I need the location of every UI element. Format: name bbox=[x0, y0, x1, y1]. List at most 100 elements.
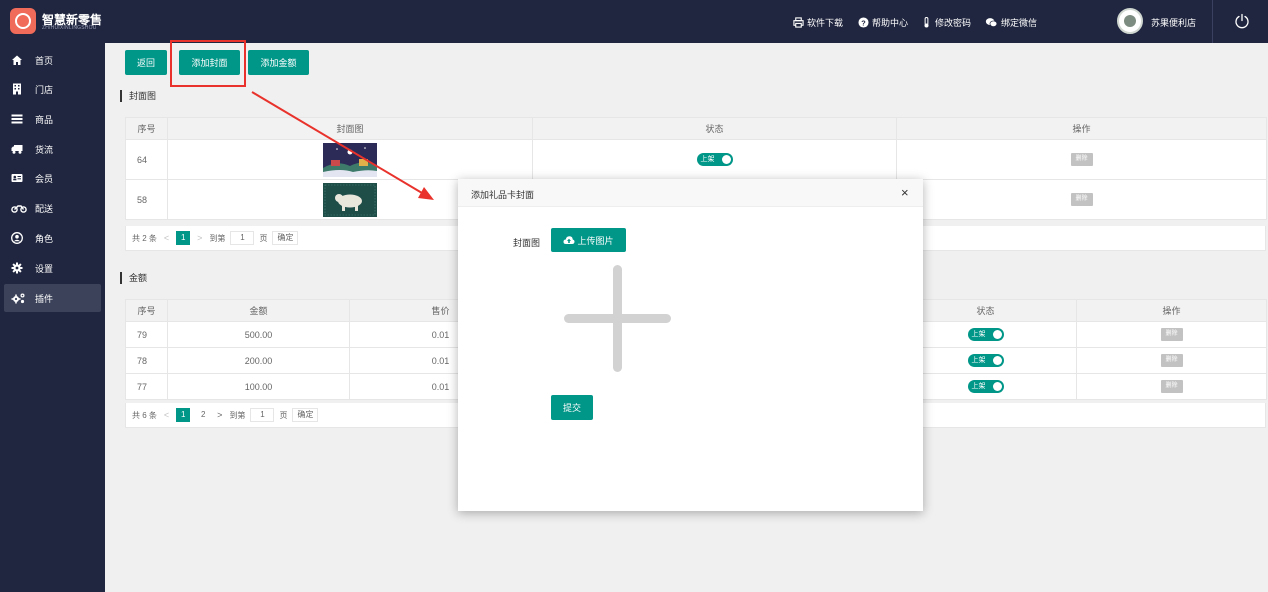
user-name[interactable]: 苏果便利店 bbox=[1151, 16, 1196, 29]
row-id: 79 bbox=[125, 321, 168, 348]
column-header: 操作 bbox=[1076, 299, 1267, 322]
sidebar-item-logistics[interactable]: 货流 bbox=[4, 135, 101, 163]
user-circle-icon bbox=[11, 232, 23, 244]
power-icon[interactable] bbox=[1234, 13, 1250, 29]
annotation-highlight-box bbox=[170, 40, 246, 87]
sidebar-item-member[interactable]: 会员 bbox=[4, 164, 101, 192]
goto-label: 到第 bbox=[229, 410, 246, 420]
change-password-label: 修改密码 bbox=[935, 17, 972, 28]
cover-section-title: 封面图 bbox=[120, 90, 156, 102]
delete-button[interactable]: 删除 bbox=[1160, 328, 1183, 341]
image-placeholder-plus-bar[interactable] bbox=[564, 314, 671, 323]
sidebar-item-label: 首页 bbox=[35, 55, 54, 66]
table-row: 64 上架 删除 bbox=[125, 139, 1267, 180]
sidebar-item-label: 商品 bbox=[35, 114, 54, 125]
delete-button[interactable]: 删除 bbox=[1070, 153, 1093, 166]
sidebar-item-settings[interactable]: 设置 bbox=[4, 254, 101, 282]
row-id: 58 bbox=[125, 179, 168, 220]
id-card-icon bbox=[11, 174, 23, 182]
column-header: 封面图 bbox=[167, 117, 533, 140]
page-number[interactable]: 2 bbox=[196, 408, 210, 422]
submit-button[interactable]: 提交 bbox=[551, 395, 593, 420]
column-header: 金额 bbox=[167, 299, 350, 322]
add-cover-dialog: 添加礼品卡封面 × 封面图 上传图片 提交 bbox=[458, 179, 923, 511]
amount-cell: 100.00 bbox=[167, 373, 350, 400]
row-id: 64 bbox=[125, 139, 168, 180]
user-avatar[interactable] bbox=[1117, 8, 1143, 34]
page-number[interactable]: 1 bbox=[176, 408, 191, 422]
software-download-link[interactable]: 软件下载 bbox=[793, 14, 843, 30]
next-page-icon[interactable]: > bbox=[217, 410, 222, 420]
cloud-upload-icon bbox=[563, 236, 575, 244]
bind-wechat-link[interactable]: 绑定微信 bbox=[985, 14, 1037, 30]
close-icon[interactable]: × bbox=[901, 186, 909, 199]
sidebar-item-home[interactable]: 首页 bbox=[4, 46, 101, 74]
delete-button[interactable]: 删除 bbox=[1160, 380, 1183, 393]
amount-section-title: 金额 bbox=[120, 272, 147, 284]
next-page-icon[interactable]: > bbox=[197, 233, 202, 243]
sidebar: 首页 门店 商品 货流 会员 配送 角色 设置 插件 bbox=[0, 43, 105, 592]
header-divider bbox=[1212, 0, 1213, 43]
dialog-title: 添加礼品卡封面 bbox=[471, 190, 535, 200]
goto-page-input[interactable]: 1 bbox=[250, 408, 275, 422]
sidebar-item-store[interactable]: 门店 bbox=[4, 75, 101, 103]
software-download-label: 软件下载 bbox=[807, 17, 844, 28]
column-header: 序号 bbox=[125, 299, 168, 322]
svg-text:?: ? bbox=[861, 18, 866, 27]
help-center-label: 帮助中心 bbox=[872, 17, 909, 28]
sidebar-item-label: 插件 bbox=[35, 293, 54, 304]
goto-page-input[interactable]: 1 bbox=[230, 231, 255, 245]
goto-confirm-button[interactable]: 确定 bbox=[292, 408, 319, 422]
page-number[interactable]: 1 bbox=[176, 231, 191, 245]
action-cell: 删除 bbox=[1076, 321, 1267, 348]
status-cell: 上架 bbox=[532, 139, 897, 180]
prev-page-icon[interactable]: < bbox=[164, 410, 169, 420]
row-id: 78 bbox=[125, 347, 168, 374]
total-count: 共 2 条 bbox=[132, 233, 157, 243]
amount-cell: 200.00 bbox=[167, 347, 350, 374]
status-toggle[interactable]: 上架 bbox=[967, 380, 1004, 393]
column-header: 序号 bbox=[125, 117, 168, 140]
status-toggle[interactable]: 上架 bbox=[967, 354, 1004, 367]
cover-field-label: 封面图 bbox=[513, 238, 541, 248]
brand-subtitle: ZHIHUIXINLINGSHOU bbox=[42, 25, 97, 31]
building-icon bbox=[13, 83, 21, 95]
status-toggle[interactable]: 上架 bbox=[967, 328, 1004, 341]
back-button[interactable]: 返回 bbox=[125, 50, 167, 75]
total-count: 共 6 条 bbox=[132, 410, 157, 420]
sidebar-item-goods[interactable]: 商品 bbox=[4, 105, 101, 133]
cover-thumbnail[interactable] bbox=[323, 182, 377, 217]
dialog-header: 添加礼品卡封面 × bbox=[458, 179, 923, 207]
thermometer-icon bbox=[924, 16, 929, 28]
action-cell: 删除 bbox=[896, 139, 1267, 180]
truck-icon bbox=[11, 145, 23, 154]
page-unit: 页 bbox=[259, 233, 268, 243]
delete-button[interactable]: 删除 bbox=[1160, 354, 1183, 367]
page-unit: 页 bbox=[279, 410, 288, 420]
action-cell: 删除 bbox=[896, 179, 1267, 220]
printer-icon bbox=[793, 16, 804, 28]
sidebar-item-role[interactable]: 角色 bbox=[4, 224, 101, 252]
upload-image-label: 上传图片 bbox=[577, 235, 614, 246]
add-amount-button[interactable]: 添加金额 bbox=[248, 50, 309, 75]
change-password-link[interactable]: 修改密码 bbox=[921, 14, 971, 30]
cover-image-cell bbox=[167, 139, 533, 180]
list-icon bbox=[11, 114, 23, 124]
sidebar-item-label: 会员 bbox=[35, 173, 54, 184]
home-icon bbox=[12, 55, 22, 65]
bind-wechat-label: 绑定微信 bbox=[1001, 17, 1038, 28]
delete-button[interactable]: 删除 bbox=[1070, 193, 1093, 206]
wechat-icon bbox=[985, 17, 998, 27]
upload-image-button[interactable]: 上传图片 bbox=[551, 228, 626, 252]
sidebar-item-delivery[interactable]: 配送 bbox=[4, 194, 101, 222]
prev-page-icon[interactable]: < bbox=[164, 233, 169, 243]
status-toggle[interactable]: 上架 bbox=[696, 153, 733, 166]
cover-thumbnail[interactable] bbox=[323, 142, 377, 177]
sidebar-item-label: 角色 bbox=[35, 233, 54, 244]
sidebar-item-label: 货流 bbox=[35, 144, 54, 155]
column-header: 状态 bbox=[532, 117, 897, 140]
help-icon: ? bbox=[858, 16, 869, 28]
goto-confirm-button[interactable]: 确定 bbox=[272, 231, 299, 245]
sidebar-item-plugins[interactable]: 插件 bbox=[4, 284, 101, 312]
help-center-link[interactable]: ? 帮助中心 bbox=[858, 14, 908, 30]
